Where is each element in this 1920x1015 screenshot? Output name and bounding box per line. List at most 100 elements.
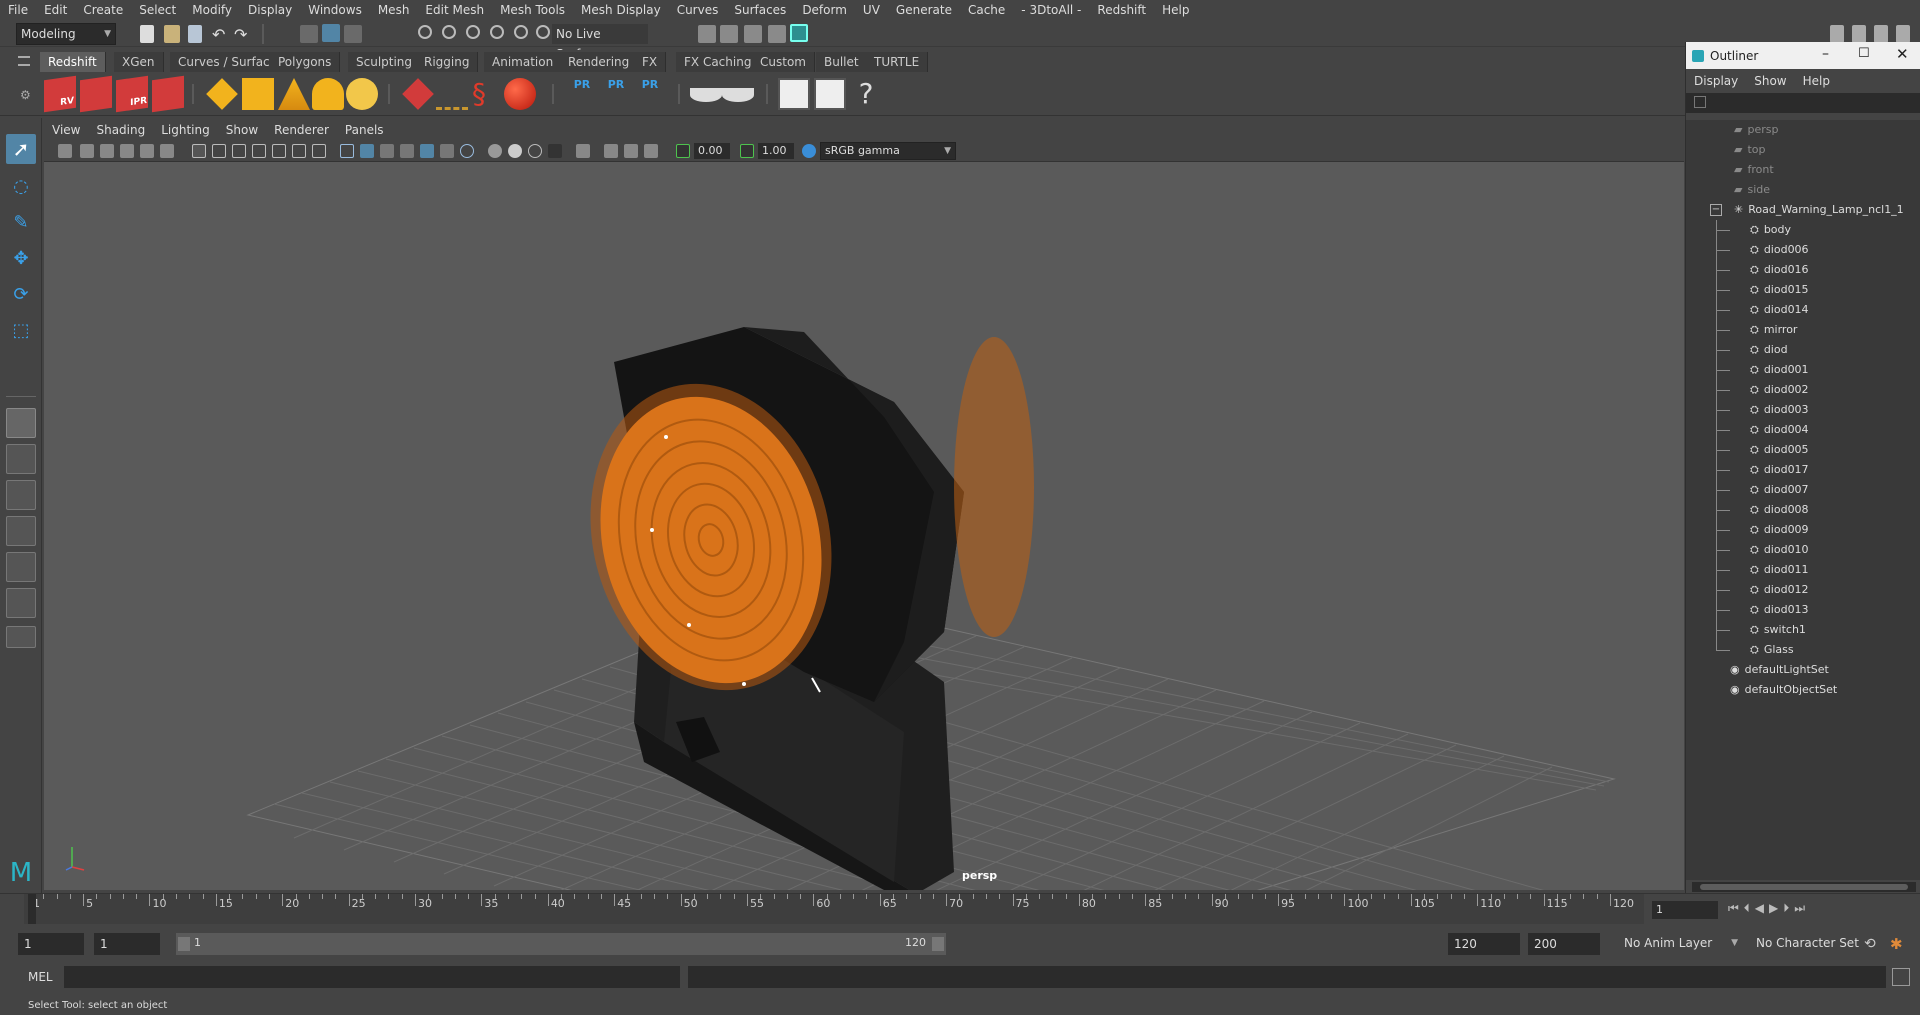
outliner-item-diod008[interactable]: ⛭ diod008 [1750, 500, 1809, 520]
range-handle-end[interactable] [932, 937, 944, 951]
menu-edit-mesh[interactable]: Edit Mesh [417, 0, 492, 21]
anim-end-field[interactable]: 200 [1528, 933, 1600, 955]
outliner-camera-front[interactable]: ▰ front [1734, 160, 1774, 180]
viewport-menu-lighting[interactable]: Lighting [153, 123, 218, 137]
scrollbar-thumb[interactable] [1700, 884, 1908, 890]
close-icon[interactable]: ✕ [1896, 45, 1909, 63]
rs-pr-button-2[interactable]: PR [600, 78, 632, 110]
outliner-item-body[interactable]: ⛭ body [1750, 220, 1791, 240]
viewport-menu-show[interactable]: Show [218, 123, 266, 137]
redshift-rv-button[interactable]: RV [44, 75, 76, 113]
redo-icon[interactable]: ↷ [234, 25, 248, 44]
outliner-menu-display[interactable]: Display [1686, 74, 1746, 88]
shelf-tab-polygons[interactable]: Polygons [270, 52, 341, 72]
snap-view-icon[interactable] [490, 25, 504, 39]
outliner-menu-show[interactable]: Show [1746, 74, 1794, 88]
safe-action-icon[interactable] [292, 144, 306, 158]
rs-sun-light-button[interactable] [346, 78, 378, 110]
ambient-occlusion-icon[interactable] [460, 144, 474, 158]
rs-portal-light-button[interactable] [242, 78, 274, 110]
shelf-tab-sculpting[interactable]: Sculpting [348, 52, 422, 72]
outliner-item-diod004[interactable]: ⛭ diod004 [1750, 420, 1809, 440]
tool-settings-icon[interactable] [1896, 25, 1910, 43]
rs-material-button[interactable] [504, 78, 536, 110]
current-time-marker[interactable] [28, 894, 36, 924]
outliner-item-glass[interactable]: ⛭ Glass [1750, 640, 1794, 660]
render-view-icon[interactable] [768, 25, 786, 43]
outliner-item-diod012[interactable]: ⛭ diod012 [1750, 580, 1809, 600]
script-editor-button[interactable] [778, 78, 810, 110]
persp-outliner-layout-icon[interactable] [6, 480, 36, 510]
snap-curve-icon[interactable] [442, 25, 456, 39]
viewport-menu-renderer[interactable]: Renderer [266, 123, 337, 137]
outliner-scrollbar[interactable] [1692, 882, 1916, 892]
hypershade-layout-icon[interactable] [6, 552, 36, 582]
current-frame-field[interactable]: 1 [1652, 901, 1718, 919]
shelf-tab-fx[interactable]: FX [634, 52, 667, 72]
character-set-dropdown[interactable]: No Character Set [1752, 933, 1864, 955]
viewport-menu-view[interactable]: View [44, 123, 88, 137]
playback-start-field[interactable]: 1 [94, 933, 160, 955]
viewport-persp[interactable]: persp [44, 162, 1684, 890]
outliner-item-diod001[interactable]: ⛭ diod001 [1750, 360, 1809, 380]
layout-menu-icon[interactable] [6, 626, 36, 648]
grid-toggle-icon[interactable] [192, 144, 206, 158]
safe-title-icon[interactable] [312, 144, 326, 158]
snap-grid-icon[interactable] [418, 25, 432, 39]
redshift-settings-button[interactable] [152, 75, 184, 113]
outliner-camera-persp[interactable]: ▰ persp [1734, 120, 1778, 140]
color-management-icon[interactable] [802, 144, 816, 158]
rs-bowl-button-1[interactable] [690, 88, 722, 102]
outliner-search-input[interactable] [1686, 93, 1920, 113]
outliner-item-diod005[interactable]: ⛭ diod005 [1750, 440, 1809, 460]
film-gate-icon[interactable] [212, 144, 226, 158]
road-warning-lamp-model[interactable] [559, 327, 1034, 890]
outliner-set-defaultlightset[interactable]: ◉ defaultLightSet [1730, 660, 1829, 680]
shadows-icon[interactable] [440, 144, 454, 158]
outliner-item-diod014[interactable]: ⛭ diod014 [1750, 300, 1809, 320]
new-scene-icon[interactable] [140, 25, 154, 43]
outliner-item-switch1[interactable]: ⛭ switch1 [1750, 620, 1806, 640]
shelf-settings-icon[interactable]: ⚙ [20, 88, 31, 102]
bookmark-icon[interactable] [100, 144, 114, 158]
menu-generate[interactable]: Generate [888, 0, 960, 21]
snap-pivot-icon[interactable] [536, 25, 550, 39]
rs-dome-light-button[interactable] [312, 78, 344, 110]
menu-mesh-display[interactable]: Mesh Display [573, 0, 669, 21]
outliner-item-diod016[interactable]: ⛭ diod016 [1750, 260, 1809, 280]
ipr-render-icon[interactable] [744, 25, 762, 43]
use-all-lights-icon[interactable] [420, 144, 434, 158]
outliner-item-diod003[interactable]: ⛭ diod003 [1750, 400, 1809, 420]
field-chart-icon[interactable] [272, 144, 286, 158]
minimize-icon[interactable]: – [1822, 46, 1829, 62]
rs-area-light-button[interactable] [206, 78, 238, 110]
gate-mask-icon[interactable] [252, 144, 266, 158]
maximize-icon[interactable]: ☐ [1858, 46, 1870, 61]
camera-frustum-icon[interactable] [644, 144, 658, 158]
menu-deform[interactable]: Deform [794, 0, 855, 21]
motion-blur-icon[interactable] [488, 144, 502, 158]
live-surface-field[interactable]: No Live Surface [552, 24, 648, 61]
exposure-icon[interactable] [676, 144, 690, 158]
smooth-shade-icon[interactable] [360, 144, 374, 158]
script-editor-icon[interactable] [1892, 968, 1910, 986]
custom-layout-icon[interactable] [6, 588, 36, 618]
command-input[interactable] [64, 966, 680, 988]
shelf-tab-xgen[interactable]: XGen [114, 52, 164, 72]
isolate-select-icon[interactable] [548, 144, 562, 158]
shelf-tab-rendering[interactable]: Rendering [560, 52, 639, 72]
menu-select[interactable]: Select [131, 0, 184, 21]
help-icon[interactable]: ? [850, 78, 882, 110]
snap-point-icon[interactable] [466, 25, 480, 39]
anim-layer-dropdown[interactable]: No Anim Layer ▼ [1620, 933, 1742, 955]
menu-3dtoall[interactable]: - 3DtoAll - [1013, 0, 1089, 21]
camera-select-icon[interactable] [58, 144, 72, 158]
outliner-set-defaultobjectset[interactable]: ◉ defaultObjectSet [1730, 680, 1837, 700]
camera-attributes-icon[interactable] [80, 144, 94, 158]
outliner-item-diod010[interactable]: ⛭ diod010 [1750, 540, 1809, 560]
attribute-editor-icon[interactable] [1874, 25, 1888, 43]
select-by-hierarchy-icon[interactable] [300, 25, 318, 43]
open-scene-icon[interactable] [164, 25, 180, 43]
resolution-gate-icon[interactable] [232, 144, 246, 158]
scale-tool-icon[interactable]: ⬚ [6, 316, 36, 346]
